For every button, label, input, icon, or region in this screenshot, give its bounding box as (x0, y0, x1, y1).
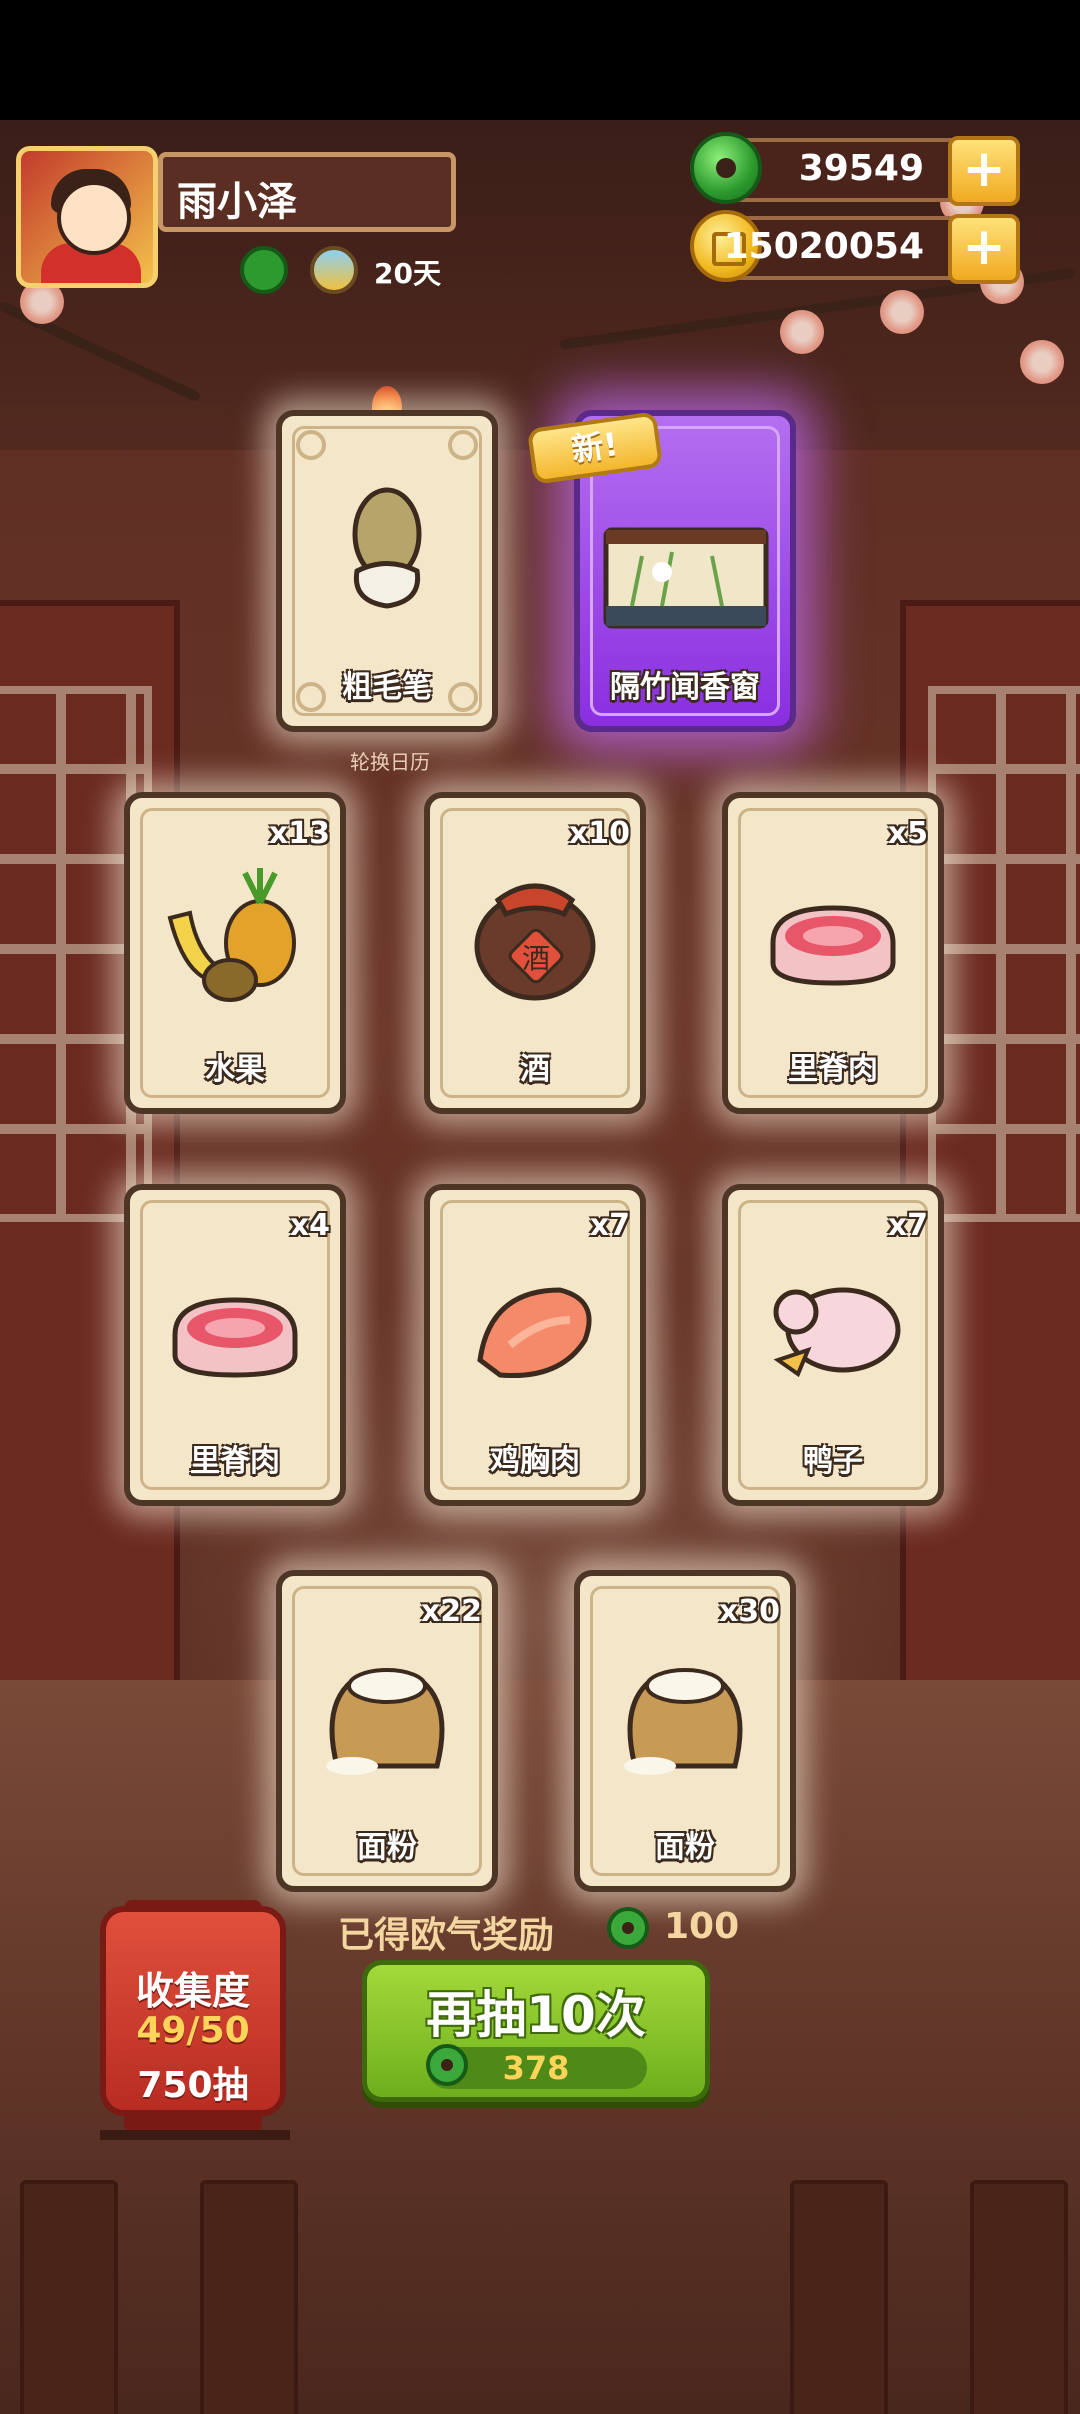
draw-ten-button[interactable]: 再抽10次 378 (362, 1960, 710, 2102)
card-label: 里脊肉 (190, 1444, 280, 1479)
card-count: x7 (887, 1208, 928, 1243)
card-count: x5 (887, 816, 928, 851)
reward-card[interactable]: x4 里脊肉 (124, 1184, 346, 1506)
jade-value: 39549 (798, 148, 924, 189)
collection-progress: 49/50 (136, 2010, 250, 2051)
blossom (1020, 340, 1064, 384)
reward-card[interactable]: 粗毛笔 (276, 410, 498, 732)
card-label: 鸭子 (803, 1444, 863, 1479)
fence-post (20, 2180, 118, 2414)
card-label: 隔竹闻香窗 (610, 670, 760, 705)
fence-post (970, 2180, 1068, 2414)
luck-reward-value: 100 (664, 1906, 740, 1947)
blossom (780, 310, 824, 354)
reward-card[interactable]: x10 酒 酒 (424, 792, 646, 1114)
fence-post (790, 2180, 888, 2414)
card-label: 面粉 (357, 1830, 417, 1865)
jade-resource-bar: 39549 + (690, 132, 1020, 206)
blossom (880, 290, 924, 334)
fence-post (200, 2180, 298, 2414)
coin-value: 15020054 (723, 226, 924, 267)
draw-button-label: 再抽10次 (426, 1986, 646, 2044)
wine-jar-icon: 酒 (474, 883, 596, 1001)
reward-card[interactable]: x13 水果 (124, 792, 346, 1114)
lantern-base (124, 2110, 262, 2132)
card-label: 鸡胸肉 (490, 1444, 580, 1479)
player-name: 雨小泽 (177, 179, 297, 225)
status-bar (0, 0, 1080, 120)
brush-icon (352, 487, 422, 609)
card-count: x4 (289, 1208, 330, 1243)
card-count: x13 (268, 816, 330, 851)
days-count: 20天 (374, 257, 441, 290)
reward-card[interactable]: x30 面粉 (574, 1570, 796, 1892)
card-count: x30 (718, 1594, 780, 1629)
window-painting-icon (603, 527, 769, 629)
draw-cost: 378 (502, 2049, 570, 2087)
card-count: x10 (568, 816, 630, 851)
card-label: 水果 (205, 1052, 265, 1087)
collection-progress-lantern[interactable]: 收集度 49/50 750抽 (100, 1906, 286, 2116)
player-name-box: 雨小泽 (158, 152, 456, 232)
lantern-stand (100, 2130, 290, 2140)
card-label: 面粉 (655, 1830, 715, 1865)
add-coins-button[interactable]: + (948, 214, 1020, 284)
card-count: x7 (589, 1208, 630, 1243)
rotation-calendar-caption: 轮换日历 (350, 750, 430, 774)
reward-card[interactable]: x5 里脊肉 (722, 792, 944, 1114)
flour-sack-icon (326, 1668, 445, 1775)
chicken-breast-icon (477, 1287, 592, 1379)
card-label: 粗毛笔 (342, 670, 432, 705)
luck-reward-label: 已得欧气奖励 (338, 1915, 555, 1956)
card-label: 里脊肉 (788, 1052, 878, 1087)
player-avatar[interactable] (16, 146, 158, 288)
card-label: 酒 (520, 1052, 550, 1087)
reward-card[interactable]: x7 鸡胸肉 (424, 1184, 646, 1506)
collection-title: 收集度 (135, 1969, 250, 2013)
tenderloin-icon (172, 1297, 298, 1378)
reward-card[interactable]: x22 面粉 (276, 1570, 498, 1892)
reward-card[interactable]: x7 鸭子 (722, 1184, 944, 1506)
jar-label: 酒 (522, 942, 550, 975)
flour-sack-icon (624, 1668, 743, 1775)
jade-icon (690, 132, 762, 204)
add-jade-button[interactable]: + (948, 136, 1020, 206)
collection-draws: 750抽 (137, 2065, 249, 2106)
badge-icon[interactable] (240, 246, 288, 294)
coin-resource-bar: 15020054 + (690, 210, 1020, 284)
card-count: x22 (420, 1594, 482, 1629)
tenderloin-icon (770, 905, 896, 986)
boat-icon[interactable] (310, 246, 358, 294)
fruit-icon (167, 868, 296, 1002)
jade-icon (607, 1907, 649, 1949)
duck-icon (773, 1287, 901, 1378)
